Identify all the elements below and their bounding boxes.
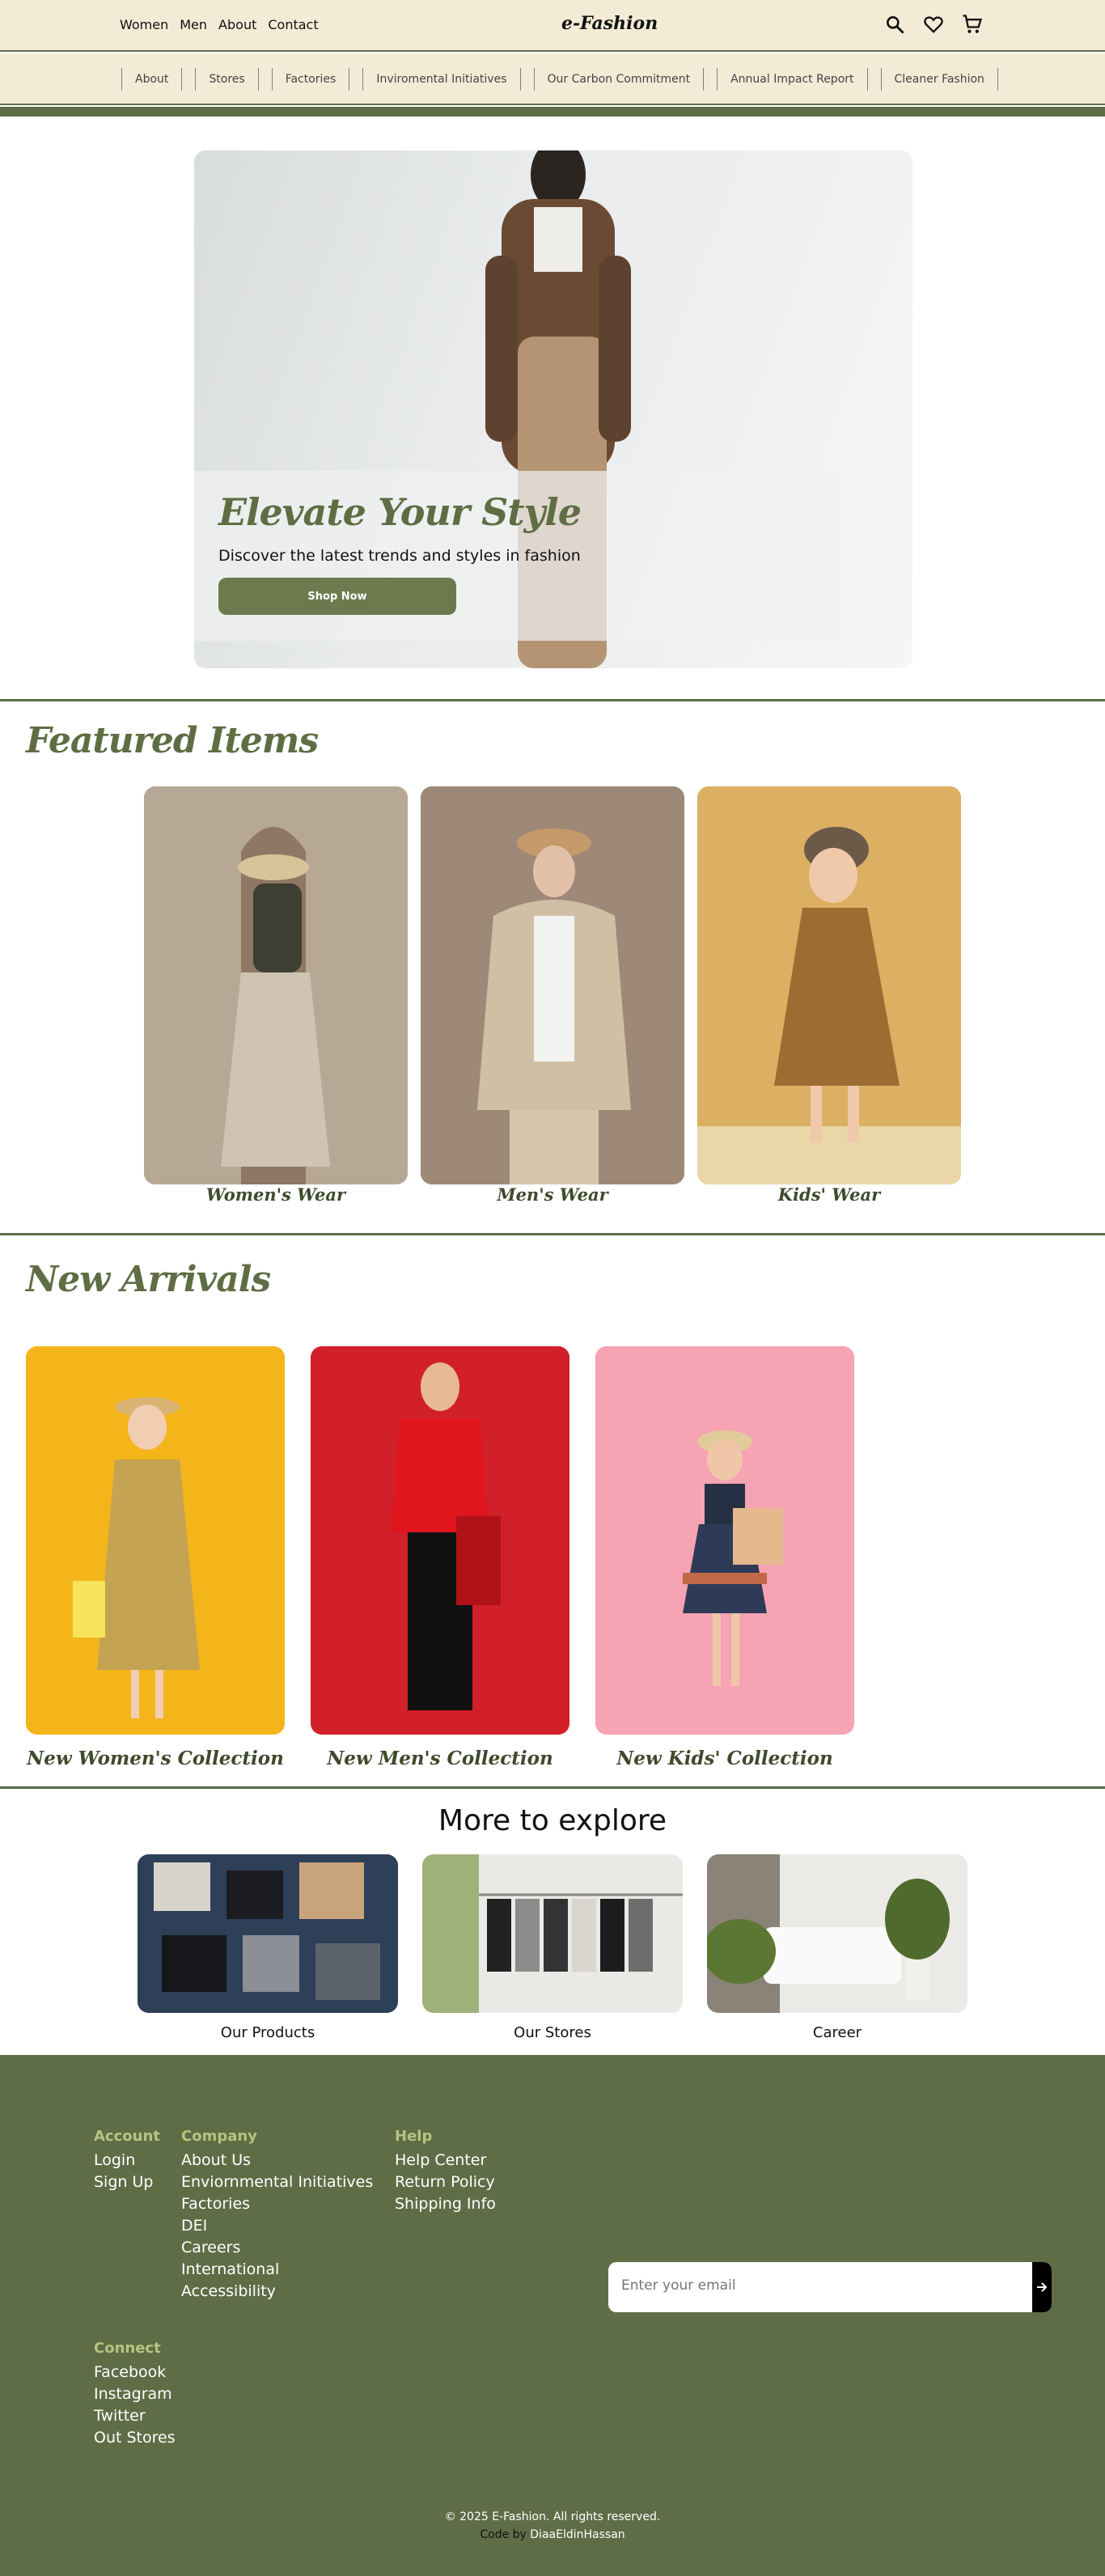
explore-title: More to explore [438,1804,667,1837]
arrival-label-kids[interactable]: New Kids' Collection [595,1748,854,1769]
featured-card-men[interactable] [421,786,684,1184]
new-kids-image [595,1346,854,1735]
subnav-environmental[interactable]: Inviromental Initiatives [362,68,521,91]
footer-link-help-center[interactable]: Help Center [395,2150,496,2171]
footer-link-twitter[interactable]: Twitter [94,2405,176,2427]
arrival-card-men[interactable] [311,1346,569,1735]
footer-company-column: Company About Us Enviornmental Initiativ… [181,2128,373,2303]
new-women-image [26,1346,285,1735]
footer-link-out-stores[interactable]: Out Stores [94,2427,176,2449]
email-submit-button[interactable] [1032,2262,1052,2312]
women-wear-image [144,786,408,1184]
hero-subtitle: Discover the latest trends and styles in… [218,547,581,565]
featured-card-women[interactable] [144,786,408,1184]
stores-image [422,1854,683,2013]
hero-banner: Elevate Your Style Discover the latest t… [194,150,912,668]
footer-link-login[interactable]: Login [94,2150,160,2171]
arrival-card-women[interactable] [26,1346,285,1735]
sub-nav-items: About Stores Factories Inviromental Init… [121,68,998,91]
featured-label-men[interactable]: Men's Wear [421,1184,684,1205]
footer-link-shipping-info[interactable]: Shipping Info [395,2193,496,2215]
newsletter-form [608,2262,1052,2312]
shop-now-button[interactable]: Shop Now [218,578,456,615]
career-image [707,1854,967,2013]
arrival-card-kids[interactable] [595,1346,854,1735]
email-input[interactable] [621,2277,1001,2294]
credit-prefix: Code by [480,2528,527,2541]
footer-link-about-us[interactable]: About Us [181,2150,373,2171]
search-icon[interactable] [882,11,908,37]
subnav-stores[interactable]: Stores [195,68,259,91]
footer-company-heading: Company [181,2128,257,2145]
subnav-cleaner-fashion[interactable]: Cleaner Fashion [880,68,998,91]
footer-link-return-policy[interactable]: Return Policy [395,2171,496,2193]
products-image [138,1854,398,2013]
nav-about[interactable]: About [218,17,256,32]
footer-connect-column: Connect Facebook Instagram Twitter Out S… [94,2340,176,2449]
copyright-text: © 2025 E-Fashion. All rights reserved. [444,2510,661,2523]
featured-label-kids[interactable]: Kids' Wear [697,1184,961,1205]
cart-icon[interactable] [959,11,985,37]
explore-card-career[interactable] [707,1854,967,2013]
subnav-about[interactable]: About [121,68,183,91]
arrival-label-women[interactable]: New Women's Collection [26,1748,285,1769]
kids-wear-image [697,786,961,1184]
subnav-carbon[interactable]: Our Carbon Commitment [533,68,705,91]
heart-icon[interactable] [921,11,946,37]
section-divider [0,1233,1105,1235]
explore-label-stores[interactable]: Our Stores [422,2024,683,2041]
section-divider [0,1786,1105,1789]
hero-overlay: Elevate Your Style Discover the latest t… [194,471,841,641]
nav-women[interactable]: Women [120,17,168,32]
subnav-factories[interactable]: Factories [271,68,350,91]
footer-link-facebook[interactable]: Facebook [94,2362,176,2383]
footer-link-careers[interactable]: Careers [181,2237,373,2259]
explore-card-products[interactable] [138,1854,398,2013]
featured-label-women[interactable]: Women's Wear [144,1184,408,1205]
footer-link-instagram[interactable]: Instagram [94,2383,176,2405]
footer-link-factories[interactable]: Factories [181,2193,373,2215]
explore-card-stores[interactable] [422,1854,683,2013]
arrow-right-icon [1037,2282,1048,2292]
brand-logo[interactable]: e-Fashion [561,13,658,34]
new-arrivals-title: New Arrivals [26,1259,271,1300]
arrival-label-men[interactable]: New Men's Collection [311,1748,569,1769]
footer-connect-heading: Connect [94,2340,161,2357]
credit-author-link[interactable]: DiaaEldinHassan [530,2528,624,2541]
sub-nav: About Stores Factories Inviromental Init… [0,53,1105,105]
subnav-impact-report[interactable]: Annual Impact Report [717,68,868,91]
footer-account-column: Account Login Sign Up [94,2128,160,2193]
nav-contact[interactable]: Contact [268,17,318,32]
featured-title: Featured Items [26,720,319,761]
footer-link-accessibility[interactable]: Accessibility [181,2281,373,2303]
site-footer: Account Login Sign Up Company About Us E… [0,2055,1105,2576]
top-header: Women Men About Contact e-Fashion [0,0,1105,52]
copyright-block: © 2025 E-Fashion. All rights reserved. C… [0,2508,1105,2544]
new-men-image [311,1346,569,1735]
footer-link-signup[interactable]: Sign Up [94,2171,160,2193]
accent-strip [0,107,1105,117]
hero-title: Elevate Your Style [218,490,582,534]
footer-link-dei[interactable]: DEI [181,2215,373,2237]
header-icons [882,11,985,37]
explore-label-products[interactable]: Our Products [138,2024,398,2041]
footer-link-international[interactable]: International [181,2259,373,2281]
footer-help-column: Help Help Center Return Policy Shipping … [395,2128,496,2215]
footer-account-heading: Account [94,2128,160,2145]
footer-help-heading: Help [395,2128,433,2145]
nav-men[interactable]: Men [180,17,207,32]
featured-card-kids[interactable] [697,786,961,1184]
explore-label-career[interactable]: Career [707,2024,967,2041]
footer-link-environmental[interactable]: Enviornmental Initiatives [181,2171,373,2193]
men-wear-image [421,786,684,1184]
main-nav: Women Men About Contact [120,17,319,32]
credit-line: Code by DiaaEldinHassan [0,2526,1105,2544]
section-divider [0,699,1105,701]
